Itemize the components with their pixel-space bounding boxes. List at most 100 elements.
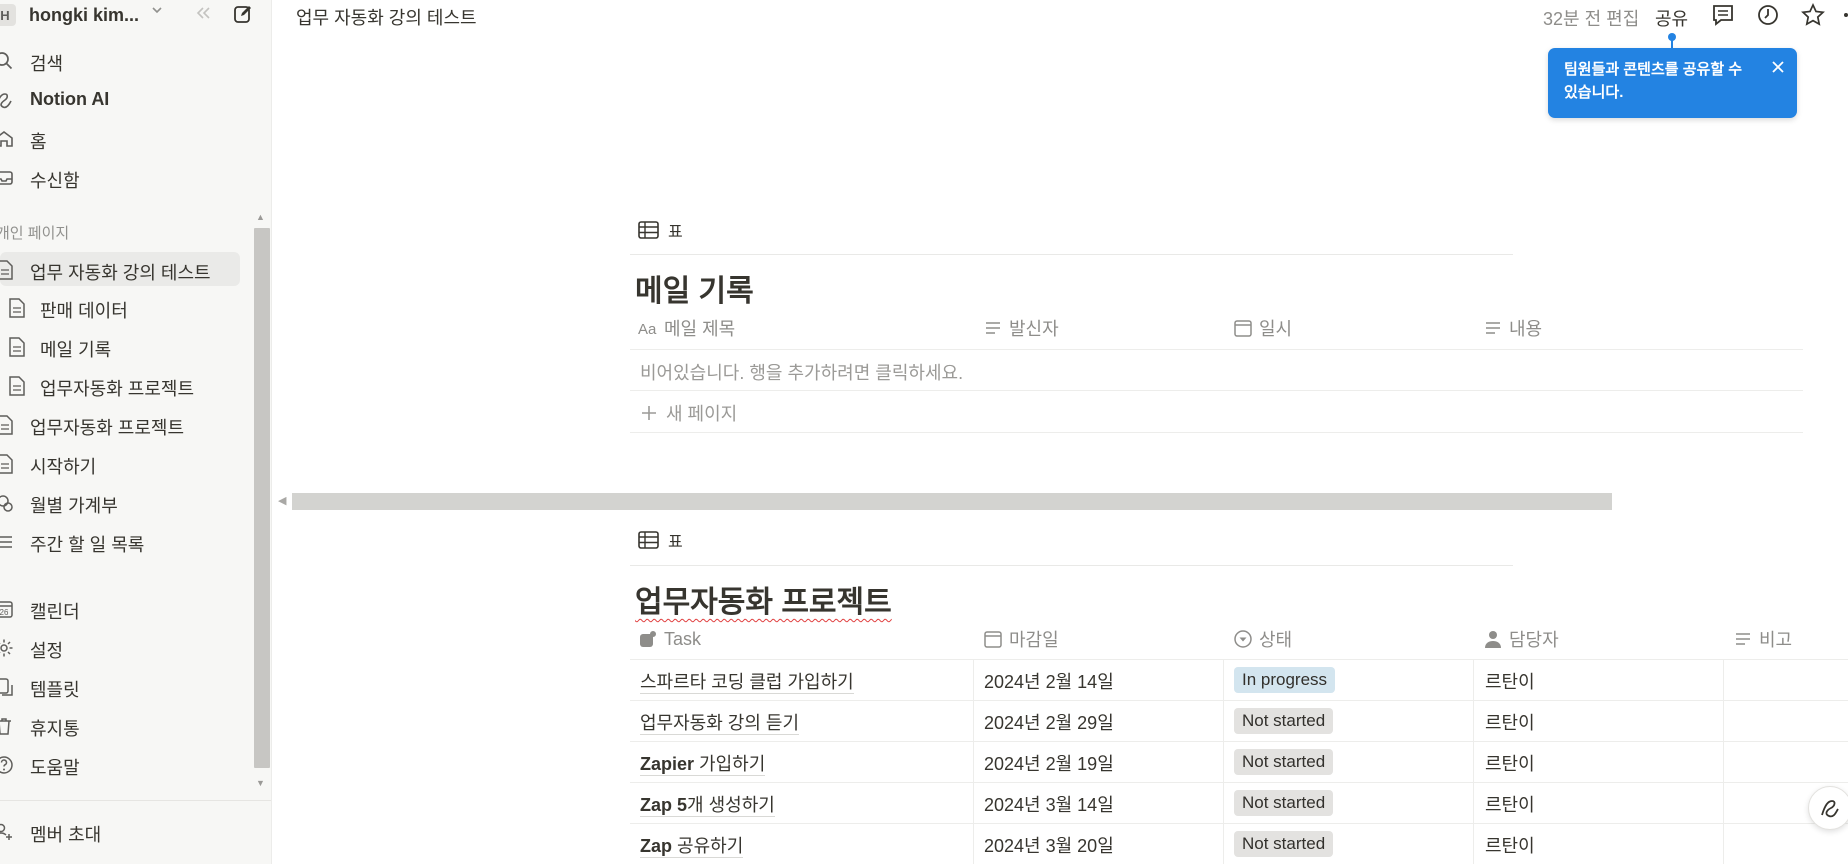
column-header-status[interactable]: 상태 [1233, 627, 1292, 651]
tool-templates[interactable]: 템플릿 [0, 670, 271, 702]
due-date-cell[interactable]: 2024년 2월 14일 [984, 668, 1114, 694]
task-cell[interactable]: Zap 공유하기 [640, 832, 744, 858]
tool-calendar[interactable]: 26 캘린더 [0, 592, 271, 624]
workspace-avatar: H [0, 4, 16, 26]
nav-notion-ai[interactable]: Notion AI [0, 83, 271, 115]
trash-icon [0, 718, 11, 735]
tool-trash[interactable]: 휴지통 [0, 709, 271, 741]
calendar-icon-date: 26 [0, 608, 9, 617]
page-label: 주간 할 일 목록 [30, 535, 145, 555]
due-date-cell[interactable]: 2024년 2월 19일 [984, 750, 1114, 776]
nav-inbox[interactable]: 수신함 [0, 161, 271, 193]
column-divider [1723, 659, 1724, 864]
column-header-label: 발신자 [1009, 319, 1059, 339]
breadcrumb-page-title[interactable]: 업무 자동화 강의 테스트 [296, 4, 477, 30]
task-cell[interactable]: 업무자동화 강의 듣기 [640, 709, 800, 735]
new-page-button[interactable]: 새 페이지 [640, 400, 737, 426]
page-label: 업무자동화 프로젝트 [30, 418, 185, 438]
budget-icon [0, 495, 13, 512]
close-icon[interactable] [1771, 60, 1785, 74]
status-badge[interactable]: Not started [1234, 708, 1334, 734]
database-title[interactable]: 업무자동화 프로젝트 [635, 577, 892, 621]
column-header-owner[interactable]: 담당자 [1483, 627, 1559, 651]
history-icon[interactable] [1755, 2, 1781, 28]
sidebar-scrollbar[interactable] [254, 228, 270, 768]
comment-icon[interactable] [1710, 2, 1736, 28]
page-label: 시작하기 [30, 457, 97, 477]
due-date-cell[interactable]: 2024년 3월 20일 [984, 832, 1114, 858]
status-badge[interactable]: In progress [1234, 667, 1336, 693]
page-item-sales-data[interactable]: 판매 데이터 [0, 290, 240, 324]
notion-ai-floating-button[interactable] [1808, 786, 1848, 830]
star-icon[interactable] [1800, 2, 1826, 28]
new-page-icon[interactable] [232, 3, 254, 25]
tool-settings[interactable]: 설정 [0, 631, 271, 663]
edited-timestamp: 32분 전 편집 [1543, 9, 1640, 29]
empty-table-message[interactable]: 비어있습니다. 행을 추가하려면 클릭하세요. [640, 359, 963, 385]
sidebar: H hongki kim... 검색 Notion AI 홈 수신함 개인 페이… [0, 0, 272, 864]
share-button[interactable]: 공유 [1655, 5, 1688, 31]
chevron-down-icon[interactable] [150, 3, 164, 17]
task-cell[interactable]: Zapier 가입하기 [640, 750, 766, 776]
column-header-sender[interactable]: 발신자 [983, 316, 1059, 340]
scroll-left-arrow[interactable]: ◀ [278, 494, 286, 507]
invite-members[interactable]: 멤버 초대 [0, 815, 271, 847]
page-item-automation-project[interactable]: 업무자동화 프로젝트 [0, 407, 240, 441]
tool-help[interactable]: 도움말 [0, 748, 271, 780]
due-date-cell[interactable]: 2024년 3월 14일 [984, 791, 1114, 817]
column-header-content[interactable]: 내용 [1483, 316, 1542, 340]
scroll-up-arrow[interactable]: ▲ [256, 212, 265, 222]
task-cell[interactable]: Zap 5개 생성하기 [640, 791, 775, 817]
page-item-monthly-budget[interactable]: 월별 가계부 [0, 485, 240, 519]
owner-cell[interactable]: 르탄이 [1485, 709, 1535, 735]
column-header-notes[interactable]: 비고 [1733, 627, 1792, 651]
owner-cell[interactable]: 르탄이 [1485, 668, 1535, 694]
task-title-bold: Zap [640, 836, 673, 856]
new-page-label: 새 페이지 [666, 404, 738, 424]
column-header-task[interactable]: Task [638, 627, 701, 651]
workspace-switcher[interactable]: H hongki kim... [0, 0, 271, 30]
notion-ai-icon [0, 93, 12, 109]
status-badge[interactable]: Not started [1234, 749, 1334, 775]
task-title: 가입하기 [694, 754, 766, 774]
column-header-due[interactable]: 마감일 [983, 627, 1059, 651]
column-header-label: 마감일 [1009, 630, 1059, 650]
page-item-mail-log[interactable]: 메일 기록 [0, 329, 240, 363]
task-cell[interactable]: 스파르타 코딩 클럽 가입하기 [640, 668, 854, 694]
search-icon [0, 52, 13, 70]
owner-cell[interactable]: 르탄이 [1485, 750, 1535, 776]
due-date-cell[interactable]: 2024년 2월 29일 [984, 709, 1114, 735]
view-tab-table[interactable]: 표 [638, 528, 683, 552]
page-item-automation-project-sub[interactable]: 업무자동화 프로젝트 [0, 368, 240, 402]
page-item-weekly-todo[interactable]: 주간 할 일 목록 [0, 524, 240, 558]
view-tab-table[interactable]: 표 [638, 218, 683, 242]
row-divider [630, 432, 1803, 433]
page-item-automation-test[interactable]: 업무 자동화 강의 테스트 [0, 252, 240, 286]
workspace-name[interactable]: hongki kim... [29, 5, 139, 26]
view-tab-label: 표 [668, 534, 683, 551]
task-title: 공유하기 [672, 836, 744, 856]
status-badge[interactable]: Not started [1234, 831, 1334, 857]
calendar-icon [1234, 320, 1252, 337]
column-header-title[interactable]: Aa 메일 제목 [638, 316, 735, 340]
more-icon[interactable] [1838, 2, 1848, 28]
collapse-sidebar-icon[interactable] [194, 4, 212, 22]
owner-cell[interactable]: 르탄이 [1485, 791, 1535, 817]
scroll-down-arrow[interactable]: ▼ [256, 778, 265, 788]
row-divider [630, 741, 1848, 742]
column-divider [973, 659, 974, 864]
horizontal-scrollbar[interactable] [292, 493, 1612, 510]
task-title: 개 생성하기 [687, 795, 775, 815]
owner-cell[interactable]: 르탄이 [1485, 832, 1535, 858]
status-badge[interactable]: Not started [1234, 790, 1334, 816]
database-title[interactable]: 메일 기록 [635, 266, 754, 310]
column-header-label: Task [664, 628, 702, 649]
add-person-icon [0, 823, 12, 840]
tooltip-pin [1668, 33, 1676, 41]
nav-home[interactable]: 홈 [0, 122, 271, 154]
page-item-getting-started[interactable]: 시작하기 [0, 446, 240, 480]
plus-icon [642, 406, 656, 420]
nav-search[interactable]: 검색 [0, 44, 271, 76]
column-header-date[interactable]: 일시 [1233, 316, 1292, 340]
page-label: 업무 자동화 강의 테스트 [30, 263, 211, 283]
